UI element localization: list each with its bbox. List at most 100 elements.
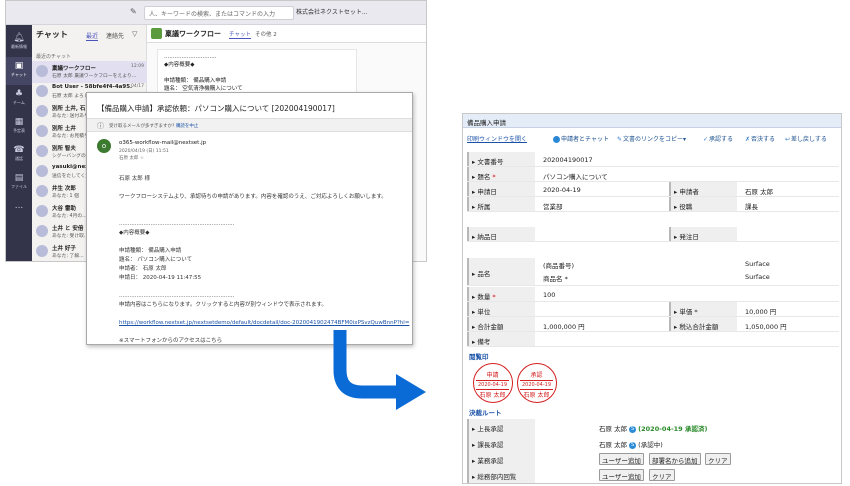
sender-avatar: o — [97, 139, 111, 153]
document-link[interactable]: https://workflow.nextset.jp/nextsetdemo/… — [119, 319, 411, 328]
search-input[interactable]: 人、キーワードの検索、またはコマンドの入力 — [144, 6, 294, 20]
new-chat-icon[interactable]: ✎ — [130, 7, 137, 16]
apply-date-value: 2020-04-19 — [543, 186, 581, 194]
tab-contacts[interactable]: 連絡先 — [106, 31, 124, 40]
reject-button[interactable]: ✗否決する — [745, 134, 775, 143]
stamp-approve: 承認 2020-04-19 石原 太郎 — [517, 363, 557, 403]
item-code-label: (商品番号) — [543, 262, 575, 270]
email-date: 2020/04/19 (日) 11:51 — [119, 149, 169, 154]
file-icon: ▤ — [14, 173, 24, 183]
email-line — [119, 283, 411, 292]
row-doc-no: ▸ 文書番号 202004190017 — [467, 152, 839, 167]
dept-value: 営業部 — [543, 203, 563, 211]
email-line: 申請内容はこちらになります。クリックすると内容が別ウィンドウで表示されます。 — [119, 302, 327, 308]
teams-icon: ♣ — [14, 89, 24, 99]
approval-row-manager: ▸ 上長承認 石原 太郎 S (2020-04-19 承認済) — [467, 419, 839, 435]
message-line: .............................. — [164, 54, 217, 60]
item-name-value: Surface — [745, 273, 770, 281]
phone-icon: ☎ — [13, 145, 25, 155]
rail-calls[interactable]: ☎ 通話 — [6, 141, 32, 169]
email-body: 石原 太郎 様ワークフローシステムより、承認待ちの申請があります。内容を確認のう… — [119, 175, 411, 344]
stamp-apply: 申請 2020-04-19 石原 太郎 — [473, 363, 513, 403]
row-note: ▸ 備考 — [467, 332, 839, 347]
avatar — [36, 245, 48, 257]
chat-time: 12:09 — [131, 64, 144, 69]
skype-icon[interactable]: S — [629, 441, 637, 449]
row-total: ▸ 合計金額 1,000,000 円 ▸ 税込合計金額 1,050,000 円 — [467, 317, 839, 332]
chat-time: 04/17 — [131, 84, 144, 89]
avatar — [36, 125, 48, 137]
total-value: 1,000,000 円 — [543, 323, 585, 331]
unsubscribe-bar: ⓘ 受け取るメールが多すぎますか? 購読を中止 — [87, 118, 412, 132]
subject-value: パソコン購入について — [543, 173, 608, 181]
reject-icon: ✗ — [745, 136, 751, 143]
copy-link-button[interactable]: ✎文書のリンクをコピー▾ — [617, 134, 686, 143]
email-line: 石原 太郎 様 — [119, 176, 150, 182]
tab-more[interactable]: その他 2 — [255, 30, 277, 38]
note-label: ▸ 備考 — [467, 332, 535, 346]
rail-more[interactable]: ... — [6, 197, 32, 225]
skype-icon[interactable]: S — [629, 425, 637, 433]
rail-chat[interactable]: ▣ チャット — [6, 57, 32, 85]
avatar — [36, 145, 48, 157]
row-subject: ▸ 題名 * パソコン購入について — [467, 167, 839, 182]
approval-label: ▸ 上長承認 — [467, 419, 535, 435]
order-date-label: ▸ 発注日 — [669, 227, 737, 241]
rail-activity[interactable]: 🔔︎ 最新情報 — [6, 29, 32, 57]
apply-date-label: ▸ 申請日 — [467, 182, 535, 196]
rail-teams[interactable]: ♣ チーム — [6, 85, 32, 113]
item-name-label: 商品名 * — [543, 275, 568, 283]
email-line: 申請者： 石原 太郎 — [119, 266, 167, 272]
calendar-icon: ▦ — [14, 117, 24, 127]
email-line — [119, 211, 411, 220]
route-section-title: 決裁ルート — [469, 409, 502, 417]
tab-chat[interactable]: チャット — [229, 30, 251, 39]
info-icon: ⓘ — [97, 122, 104, 130]
email-line: ........................................… — [119, 293, 235, 299]
avatar — [36, 65, 48, 77]
avatar — [36, 225, 48, 237]
position-label: ▸ 役職 — [669, 197, 737, 211]
rail-files[interactable]: ▤ ファイル — [6, 169, 32, 197]
add-user-button[interactable]: ユーザー追加 — [599, 469, 644, 481]
filter-icon[interactable]: ▽ — [132, 30, 137, 38]
applicant-label: ▸ 申請者 — [669, 182, 737, 196]
approval-form: 備品購入申請 印刷ウィンドウを開く S 申請者とチャット ✎文書のリンクをコピー▾… — [462, 113, 842, 484]
row-dates: ▸ 納品日 ▸ 発注日 — [467, 227, 839, 242]
unit-label: ▸ 単位 — [467, 302, 535, 316]
chat-list-item[interactable]: 稟議ワークフロー 石原 太郎 稟議ワークフローをえより... 12:09 — [32, 61, 147, 83]
sender-address[interactable]: o365-workflow-mail@nextset.jp — [119, 140, 206, 146]
add-user-button[interactable]: ユーザー追加 — [599, 453, 644, 465]
avatar — [36, 185, 48, 197]
rail-calendar[interactable]: ▦ 予定表 — [6, 113, 32, 141]
send-back-button[interactable]: ↩差し戻しする — [785, 134, 827, 143]
chat-with-applicant-button[interactable]: S 申請者とチャット — [551, 134, 609, 143]
approval-row-business: ▸ 業務承認 ユーザー追加 部署名から追加 クリア — [467, 451, 839, 467]
return-icon: ↩ — [785, 136, 791, 143]
add-from-dept-button[interactable]: 部署名から追加 — [649, 453, 701, 465]
tab-recent[interactable]: 最近 — [86, 31, 99, 41]
message-line — [164, 69, 350, 77]
avatar — [36, 165, 48, 177]
price-label: ▸ 単価 * — [669, 302, 737, 316]
pencil-icon: ✎ — [617, 136, 623, 143]
approve-button[interactable]: ✓承認する — [703, 134, 733, 143]
clear-button[interactable]: クリア — [649, 469, 675, 481]
email-line: ........................................… — [119, 221, 235, 227]
avatar — [36, 85, 48, 97]
workflow-avatar — [151, 28, 162, 39]
clear-button[interactable]: クリア — [705, 453, 731, 465]
approval-label: ▸ 業務承認 — [467, 451, 535, 467]
unsubscribe-link[interactable]: 購読を中止 — [176, 124, 199, 129]
dept-label: ▸ 所属 — [467, 197, 535, 211]
row-unit: ▸ 単位 ▸ 単価 * 10,000 円 — [467, 302, 839, 317]
org-name[interactable]: 株式会社ネクストセット... — [296, 7, 368, 16]
approval-label: ▸ 総務部内回覧 — [467, 467, 535, 483]
qty-label: ▸ 数量 * — [467, 287, 535, 301]
email-window: 【備品購入申請】承認依頼：パソコン購入について [202004190017] ⓘ… — [86, 92, 413, 345]
total-tax-value: 1,050,000 円 — [745, 323, 787, 331]
total-tax-label: ▸ 税込合計金額 — [669, 317, 737, 331]
avatar — [36, 105, 48, 117]
print-window-link[interactable]: 印刷ウィンドウを開く — [467, 134, 527, 143]
row-qty: ▸ 数量 * 100 — [467, 287, 839, 302]
